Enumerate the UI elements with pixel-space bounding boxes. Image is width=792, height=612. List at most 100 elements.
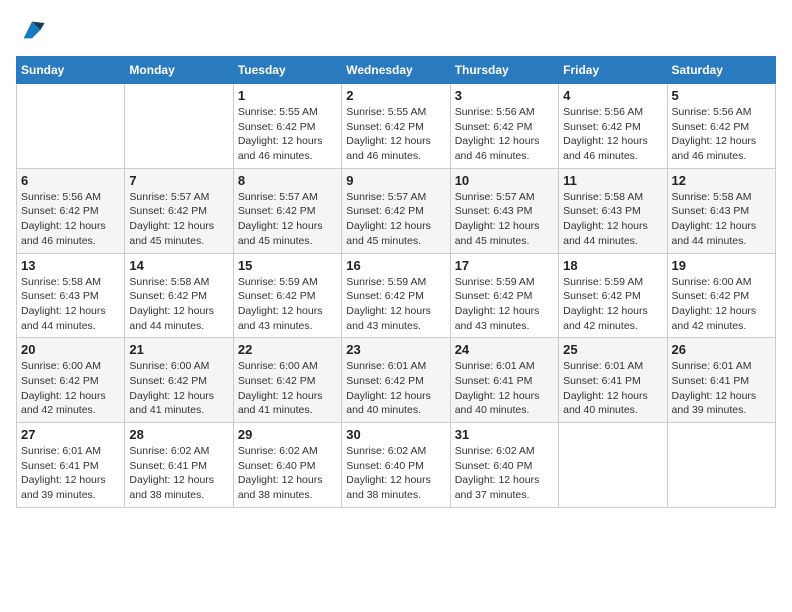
weekday-header-friday: Friday xyxy=(559,57,667,84)
calendar-cell: 21 Sunrise: 6:00 AM Sunset: 6:42 PM Dayli… xyxy=(125,338,233,423)
calendar-cell: 11Sunrise: 5:58 AM Sunset: 6:43 PM Dayli… xyxy=(559,168,667,253)
calendar-table: SundayMondayTuesdayWednesdayThursdayFrid… xyxy=(16,56,776,508)
day-info: Sunrise: 5:58 AM Sunset: 6:42 PM Dayligh… xyxy=(129,275,228,334)
calendar-body: 1Sunrise: 5:55 AM Sunset: 6:42 PM Daylig… xyxy=(17,84,776,508)
day-info: Sunrise: 5:58 AM Sunset: 6:43 PM Dayligh… xyxy=(672,190,771,249)
weekday-header-sunday: Sunday xyxy=(17,57,125,84)
day-info: Sunrise: 5:58 AM Sunset: 6:43 PM Dayligh… xyxy=(21,275,120,334)
calendar-week-4: 20 Sunrise: 6:00 AM Sunset: 6:42 PM Dayli… xyxy=(17,338,776,423)
calendar-cell: 26 Sunrise: 6:01 AM Sunset: 6:41 PM Dayli… xyxy=(667,338,775,423)
day-number: 10 xyxy=(455,173,554,188)
calendar-cell: 13 Sunrise: 5:58 AM Sunset: 6:43 PM Dayli… xyxy=(17,253,125,338)
day-info: Sunrise: 5:56 AM Sunset: 6:42 PM Dayligh… xyxy=(672,105,771,164)
day-number: 20 xyxy=(21,342,120,357)
day-number: 6 xyxy=(21,173,120,188)
day-info: Sunrise: 5:57 AM Sunset: 6:43 PM Dayligh… xyxy=(455,190,554,249)
weekday-header-thursday: Thursday xyxy=(450,57,558,84)
day-number: 13 xyxy=(21,258,120,273)
calendar-cell xyxy=(17,84,125,169)
day-info: Sunrise: 5:56 AM Sunset: 6:42 PM Dayligh… xyxy=(21,190,120,249)
day-info: Sunrise: 6:00 AM Sunset: 6:42 PM Dayligh… xyxy=(129,359,228,418)
calendar-cell: 19 Sunrise: 6:00 AM Sunset: 6:42 PM Dayli… xyxy=(667,253,775,338)
day-number: 18 xyxy=(563,258,662,273)
calendar-cell: 7 Sunrise: 5:57 AM Sunset: 6:42 PM Daylig… xyxy=(125,168,233,253)
weekday-header-row: SundayMondayTuesdayWednesdayThursdayFrid… xyxy=(17,57,776,84)
day-info: Sunrise: 5:57 AM Sunset: 6:42 PM Dayligh… xyxy=(238,190,337,249)
calendar-cell: 20 Sunrise: 6:00 AM Sunset: 6:42 PM Dayli… xyxy=(17,338,125,423)
calendar-cell: 15 Sunrise: 5:59 AM Sunset: 6:42 PM Dayli… xyxy=(233,253,341,338)
day-info: Sunrise: 6:01 AM Sunset: 6:41 PM Dayligh… xyxy=(563,359,662,418)
day-info: Sunrise: 6:00 AM Sunset: 6:42 PM Dayligh… xyxy=(21,359,120,418)
day-info: Sunrise: 5:59 AM Sunset: 6:42 PM Dayligh… xyxy=(455,275,554,334)
day-number: 7 xyxy=(129,173,228,188)
day-number: 8 xyxy=(238,173,337,188)
day-info: Sunrise: 6:02 AM Sunset: 6:40 PM Dayligh… xyxy=(455,444,554,503)
calendar-cell: 28 Sunrise: 6:02 AM Sunset: 6:41 PM Dayli… xyxy=(125,423,233,508)
day-info: Sunrise: 5:55 AM Sunset: 6:42 PM Dayligh… xyxy=(238,105,337,164)
calendar-cell: 23 Sunrise: 6:01 AM Sunset: 6:42 PM Dayli… xyxy=(342,338,450,423)
page-header xyxy=(16,16,776,44)
day-number: 26 xyxy=(672,342,771,357)
day-number: 3 xyxy=(455,88,554,103)
calendar-cell: 2 Sunrise: 5:55 AM Sunset: 6:42 PM Daylig… xyxy=(342,84,450,169)
day-info: Sunrise: 5:59 AM Sunset: 6:42 PM Dayligh… xyxy=(238,275,337,334)
logo-icon xyxy=(18,16,46,44)
day-info: Sunrise: 6:02 AM Sunset: 6:40 PM Dayligh… xyxy=(238,444,337,503)
day-number: 21 xyxy=(129,342,228,357)
day-number: 29 xyxy=(238,427,337,442)
day-info: Sunrise: 5:57 AM Sunset: 6:42 PM Dayligh… xyxy=(129,190,228,249)
calendar-cell: 24Sunrise: 6:01 AM Sunset: 6:41 PM Dayli… xyxy=(450,338,558,423)
day-number: 4 xyxy=(563,88,662,103)
day-number: 23 xyxy=(346,342,445,357)
day-info: Sunrise: 6:00 AM Sunset: 6:42 PM Dayligh… xyxy=(238,359,337,418)
day-number: 24 xyxy=(455,342,554,357)
calendar-cell: 9Sunrise: 5:57 AM Sunset: 6:42 PM Daylig… xyxy=(342,168,450,253)
calendar-cell: 6 Sunrise: 5:56 AM Sunset: 6:42 PM Daylig… xyxy=(17,168,125,253)
calendar-cell: 3 Sunrise: 5:56 AM Sunset: 6:42 PM Daylig… xyxy=(450,84,558,169)
calendar-cell: 27Sunrise: 6:01 AM Sunset: 6:41 PM Dayli… xyxy=(17,423,125,508)
calendar-cell: 8 Sunrise: 5:57 AM Sunset: 6:42 PM Daylig… xyxy=(233,168,341,253)
weekday-header-wednesday: Wednesday xyxy=(342,57,450,84)
day-number: 19 xyxy=(672,258,771,273)
day-number: 16 xyxy=(346,258,445,273)
day-info: Sunrise: 6:00 AM Sunset: 6:42 PM Dayligh… xyxy=(672,275,771,334)
calendar-header: SundayMondayTuesdayWednesdayThursdayFrid… xyxy=(17,57,776,84)
calendar-week-3: 13 Sunrise: 5:58 AM Sunset: 6:43 PM Dayli… xyxy=(17,253,776,338)
calendar-cell: 1Sunrise: 5:55 AM Sunset: 6:42 PM Daylig… xyxy=(233,84,341,169)
calendar-cell: 5 Sunrise: 5:56 AM Sunset: 6:42 PM Daylig… xyxy=(667,84,775,169)
calendar-cell: 18Sunrise: 5:59 AM Sunset: 6:42 PM Dayli… xyxy=(559,253,667,338)
calendar-week-5: 27Sunrise: 6:01 AM Sunset: 6:41 PM Dayli… xyxy=(17,423,776,508)
calendar-cell: 29 Sunrise: 6:02 AM Sunset: 6:40 PM Dayli… xyxy=(233,423,341,508)
calendar-cell: 31 Sunrise: 6:02 AM Sunset: 6:40 PM Dayli… xyxy=(450,423,558,508)
calendar-cell xyxy=(125,84,233,169)
day-number: 2 xyxy=(346,88,445,103)
day-info: Sunrise: 6:01 AM Sunset: 6:42 PM Dayligh… xyxy=(346,359,445,418)
day-number: 31 xyxy=(455,427,554,442)
day-info: Sunrise: 6:02 AM Sunset: 6:40 PM Dayligh… xyxy=(346,444,445,503)
day-number: 14 xyxy=(129,258,228,273)
day-info: Sunrise: 6:02 AM Sunset: 6:41 PM Dayligh… xyxy=(129,444,228,503)
calendar-cell: 17 Sunrise: 5:59 AM Sunset: 6:42 PM Dayli… xyxy=(450,253,558,338)
day-number: 5 xyxy=(672,88,771,103)
calendar-week-1: 1Sunrise: 5:55 AM Sunset: 6:42 PM Daylig… xyxy=(17,84,776,169)
day-number: 17 xyxy=(455,258,554,273)
calendar-cell: 12Sunrise: 5:58 AM Sunset: 6:43 PM Dayli… xyxy=(667,168,775,253)
day-number: 22 xyxy=(238,342,337,357)
calendar-cell: 25Sunrise: 6:01 AM Sunset: 6:41 PM Dayli… xyxy=(559,338,667,423)
day-info: Sunrise: 5:56 AM Sunset: 6:42 PM Dayligh… xyxy=(563,105,662,164)
day-number: 30 xyxy=(346,427,445,442)
calendar-cell xyxy=(667,423,775,508)
day-info: Sunrise: 5:56 AM Sunset: 6:42 PM Dayligh… xyxy=(455,105,554,164)
day-info: Sunrise: 6:01 AM Sunset: 6:41 PM Dayligh… xyxy=(672,359,771,418)
day-number: 27 xyxy=(21,427,120,442)
day-number: 28 xyxy=(129,427,228,442)
calendar-cell xyxy=(559,423,667,508)
calendar-cell: 14 Sunrise: 5:58 AM Sunset: 6:42 PM Dayli… xyxy=(125,253,233,338)
logo xyxy=(16,16,46,44)
day-number: 9 xyxy=(346,173,445,188)
calendar-cell: 22 Sunrise: 6:00 AM Sunset: 6:42 PM Dayli… xyxy=(233,338,341,423)
weekday-header-monday: Monday xyxy=(125,57,233,84)
weekday-header-saturday: Saturday xyxy=(667,57,775,84)
day-info: Sunrise: 5:55 AM Sunset: 6:42 PM Dayligh… xyxy=(346,105,445,164)
day-number: 15 xyxy=(238,258,337,273)
